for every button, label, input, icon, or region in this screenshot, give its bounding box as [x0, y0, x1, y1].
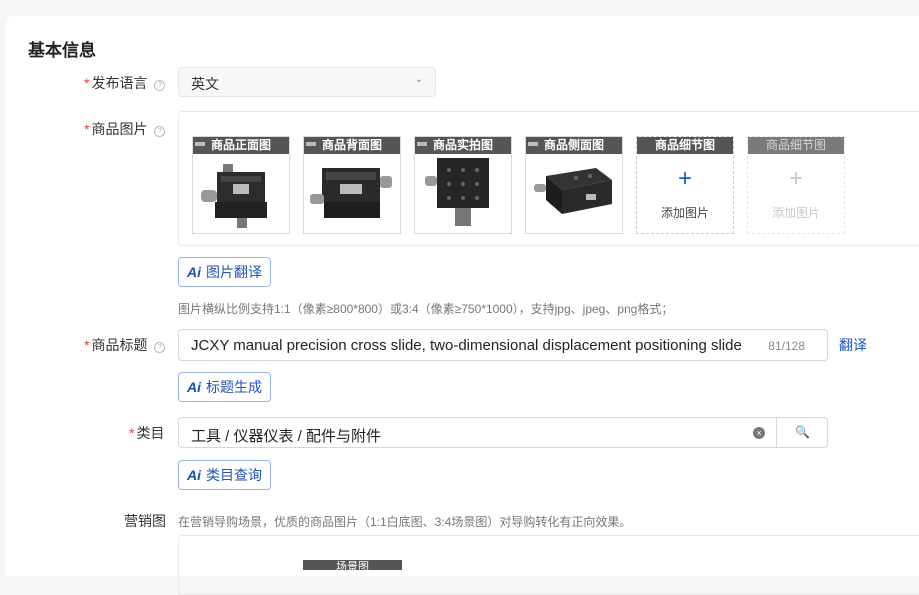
section-title: 基本信息 [28, 41, 96, 60]
image-translate-button[interactable]: Ai 图片翻译 [178, 257, 271, 287]
language-select[interactable]: 英文 ⌄ [178, 67, 436, 97]
stage-image [193, 154, 289, 233]
image-caption: 商品正面图 [210, 138, 271, 152]
search-icon: 🔍 [795, 425, 810, 439]
image-caption: 商品实拍图 [432, 138, 493, 152]
help-icon[interactable]: ? [154, 342, 166, 353]
category-value: 工具 / 仪器仪表 / 配件与附件 [191, 428, 382, 445]
product-image-front[interactable]: 商品正面图 [192, 136, 290, 234]
add-image-text: 添加图片 [660, 206, 709, 220]
ai-icon: Ai [187, 264, 201, 280]
add-detail-image-button[interactable]: 商品细节图 + 添加图片 [636, 136, 734, 234]
product-image-side[interactable]: 商品侧面图 [525, 136, 623, 234]
chevron-down-icon: ⌄ [414, 74, 423, 85]
title-value: JCXY manual precision cross slide, two-d… [191, 337, 742, 354]
add-detail-image-button-disabled: 商品细节图 + 添加图片 [747, 136, 845, 234]
plus-icon: + [788, 165, 803, 192]
stage-image [415, 154, 511, 233]
clear-icon[interactable]: × [753, 427, 765, 439]
basic-info-card: 基本信息 * 发布语言? 英文 ⌄ * 商品图片? 商品正面图 商品背面图 商品… [6, 16, 919, 595]
marketing-hint: 在营销导购场景，优质的商品图片（1:1白底图、3:4场景图）对导购转化有正向效果… [178, 515, 632, 529]
image-caption: 商品背面图 [321, 138, 382, 152]
language-label: * 发布语言? [84, 73, 166, 93]
stage-image [526, 154, 622, 233]
image-caption: 商品细节图 [765, 138, 826, 152]
language-value: 英文 [191, 76, 219, 92]
translate-link[interactable]: 翻译 [839, 335, 867, 355]
product-image-real[interactable]: 商品实拍图 [414, 136, 512, 234]
images-label: * 商品图片? [84, 119, 166, 139]
ai-icon: Ai [187, 467, 201, 483]
marketing-image-panel: 场景图 [178, 535, 919, 595]
image-panel: 商品正面图 商品背面图 商品实拍图 商品侧面图 商品细节图 + 添加图片 商品细… [178, 111, 919, 246]
marketing-image-slot[interactable]: 场景图 [303, 560, 402, 570]
help-icon[interactable]: ? [154, 126, 166, 137]
image-caption: 商品侧面图 [543, 138, 604, 152]
plus-icon: + [677, 165, 692, 192]
char-counter: 81/128 [768, 339, 805, 353]
marketing-label: 营销图 [124, 513, 166, 529]
title-generate-button[interactable]: Ai 标题生成 [178, 372, 271, 402]
stage-image [304, 154, 400, 233]
title-input[interactable]: JCXY manual precision cross slide, two-d… [178, 329, 828, 361]
image-caption: 商品细节图 [654, 138, 715, 152]
category-label: * 类目 [129, 425, 165, 441]
product-image-back[interactable]: 商品背面图 [303, 136, 401, 234]
search-button[interactable]: 🔍 [776, 418, 828, 448]
ai-icon: Ai [187, 379, 201, 395]
category-input[interactable]: 工具 / 仪器仪表 / 配件与附件 × 🔍 [178, 417, 828, 448]
help-icon[interactable]: ? [154, 80, 166, 91]
image-hint: 图片横纵比例支持1:1（像素≥800*800）或3:4（像素≥750*1000）… [178, 302, 674, 316]
add-image-text: 添加图片 [771, 206, 820, 220]
category-query-button[interactable]: Ai 类目查询 [178, 460, 271, 490]
title-label: * 商品标题? [84, 335, 166, 355]
